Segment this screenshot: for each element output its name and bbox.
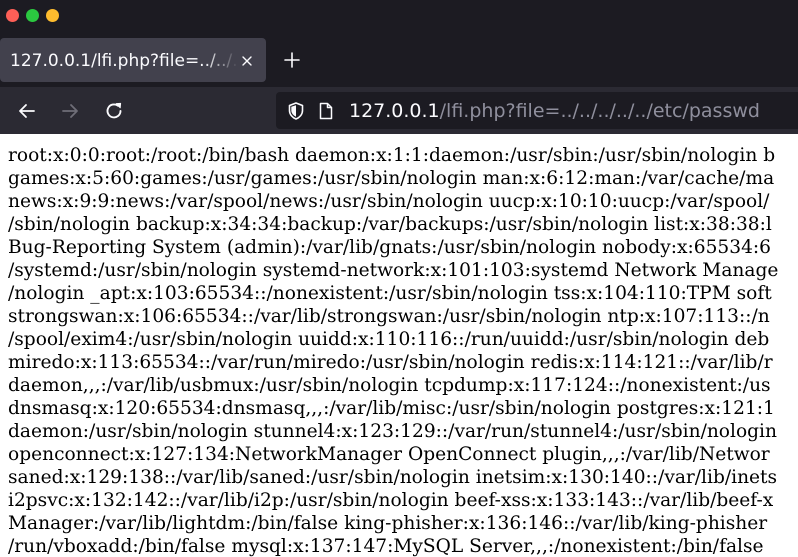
text-line: /sbin/nologin backup:x:34:34:backup:/var… — [8, 214, 772, 235]
close-icon[interactable] — [239, 53, 255, 69]
document-icon[interactable] — [318, 102, 334, 120]
text-line: daemon:/usr/sbin/nologin stunnel4:x:123:… — [8, 421, 777, 442]
text-line: i2psvc:x:132:142::/var/lib/i2p:/usr/sbin… — [8, 490, 774, 511]
text-line: /run/vboxadd:/bin/false mysql:x:137:147:… — [8, 536, 764, 557]
text-line: games:x:5:60:games:/usr/games:/usr/sbin/… — [8, 168, 775, 189]
text-line: dnsmasq:x:120:65534:dnsmasq,,,:/var/lib/… — [8, 398, 775, 419]
window-titlebar — [0, 0, 798, 34]
window-zoom-button[interactable] — [26, 9, 39, 22]
arrow-right-icon[interactable] — [59, 100, 81, 122]
text-line: /spool/exim4:/usr/sbin/nologin uuidd:x:1… — [8, 329, 770, 350]
tab-title: 127.0.0.1/lfi.php?file=../../../../etc/p… — [10, 51, 238, 71]
text-line: Manager:/var/lib/lightdm:/bin/false king… — [8, 513, 768, 534]
text-line: miredo:x:113:65534::/var/run/miredo:/usr… — [8, 352, 773, 373]
text-line: /systemd:/usr/sbin/nologin systemd-netwo… — [8, 260, 779, 281]
url-path: /lfi.php?file=../../../../../etc/passwd — [439, 100, 760, 122]
address-bar[interactable]: 127.0.0.1/lfi.php?file=../../../../../et… — [276, 92, 798, 129]
shield-icon[interactable] — [286, 101, 306, 121]
text-line: strongswan:x:106:65534::/var/lib/strongs… — [8, 306, 770, 327]
plus-icon[interactable] — [282, 50, 302, 70]
window-minimize-button[interactable] — [46, 9, 59, 22]
reload-icon[interactable] — [103, 100, 125, 122]
url-text[interactable]: 127.0.0.1/lfi.php?file=../../../../../et… — [349, 99, 760, 123]
text-line: saned:x:129:138::/var/lib/saned:/usr/sbi… — [8, 467, 778, 488]
text-line: Bug-Reporting System (admin):/var/lib/gn… — [8, 237, 771, 258]
arrow-left-icon[interactable] — [16, 100, 38, 122]
text-line: news:x:9:9:news:/var/spool/news:/usr/sbi… — [8, 191, 770, 212]
navigation-toolbar: 127.0.0.1/lfi.php?file=../../../../../et… — [0, 87, 798, 134]
window-close-button[interactable] — [6, 9, 19, 22]
tab-strip: 127.0.0.1/lfi.php?file=../../../../etc/p… — [0, 34, 798, 87]
text-line: root:x:0:0:root:/root:/bin/bash daemon:x… — [8, 145, 776, 166]
tab-active[interactable]: 127.0.0.1/lfi.php?file=../../../../etc/p… — [0, 38, 266, 82]
text-line: daemon,,,:/var/lib/usbmux:/usr/sbin/nolo… — [8, 375, 771, 396]
passwd-file-contents: root:x:0:0:root:/root:/bin/bash daemon:x… — [8, 144, 798, 557]
url-host: 127.0.0.1 — [349, 100, 440, 122]
text-line: /nologin _apt:x:103:65534::/nonexistent:… — [8, 283, 772, 304]
text-line: openconnect:x:127:134:NetworkManager Ope… — [8, 444, 770, 465]
page-content: root:x:0:0:root:/root:/bin/bash daemon:x… — [0, 134, 798, 557]
